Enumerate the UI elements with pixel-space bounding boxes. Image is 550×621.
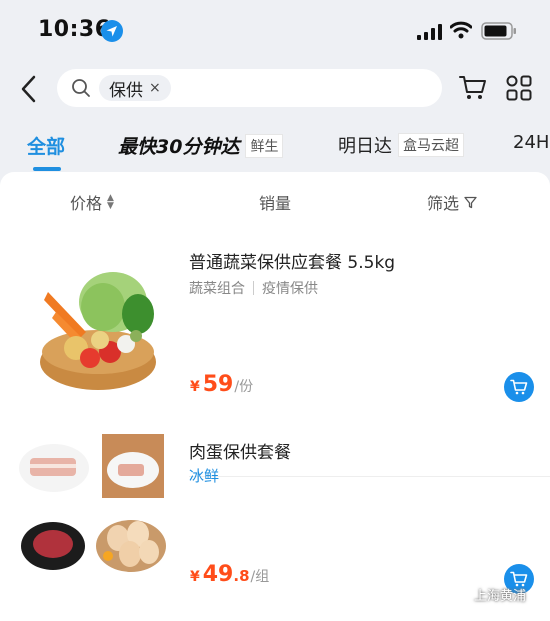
battery-icon [481,22,516,40]
filter-label: 筛选 [427,194,460,213]
back-icon[interactable] [18,74,40,104]
product-price: ¥ 49 .8 /组 [190,562,269,587]
vegetable-basket-image [40,272,156,390]
tab-24h[interactable]: 24H [513,132,549,153]
tab-label: 明日达 [338,136,392,157]
sort-arrows-icon: ▲ ▼ [107,193,114,211]
search-icon [72,79,90,97]
tab-fast-delivery[interactable]: 最快30分钟达 鲜生 [118,132,284,159]
search-input[interactable]: 保供 × [57,69,442,107]
price-decimal: .8 [233,567,250,585]
status-time: 10:36 [38,17,111,42]
tab-label: 全部 [27,136,66,158]
filter-button[interactable]: 筛选 [427,190,477,214]
watermark: 上海黄浦 [451,585,526,604]
add-to-cart-button[interactable] [504,372,534,402]
search-keyword: 保供 [109,80,143,101]
tab-label: 最快30分钟达 [118,136,240,158]
tab-label: 24H [513,132,550,153]
product-price: ¥ 59 /份 [190,372,253,397]
price-integer: 49 [202,562,234,587]
close-icon[interactable]: × [149,80,161,96]
signal-icon [417,24,442,40]
location-arrow-icon [101,20,123,42]
sort-sales-button[interactable]: 销量 [259,190,291,214]
tab-badge: 鲜生 [245,133,284,158]
tab-all[interactable]: 全部 [27,132,65,159]
cart-icon [510,379,528,395]
status-bar: 10:36 [0,0,550,62]
product-tags: 蔬菜组合 疫情保供 [189,278,318,298]
grid-menu-icon[interactable] [506,75,532,101]
product-card[interactable]: 普通蔬菜保供应套餐 5.5kg 蔬菜组合 疫情保供 ¥ 59 /份 [0,232,550,477]
category-tabs: 全部 最快30分钟达 鲜生 明日达 盒马云超 24H [0,120,550,171]
product-tag: 蔬菜组合 [189,281,245,297]
price-integer: 59 [202,372,234,397]
product-title: 普通蔬菜保供应套餐 5.5kg [189,253,396,273]
product-tag: 疫情保供 [262,281,318,297]
funnel-icon [464,196,477,208]
wechat-icon [451,587,469,602]
tag-divider [253,281,254,295]
meat-egg-collage-image [19,434,166,572]
price-unit: /份 [234,379,254,395]
product-label: 冰鲜 [189,467,220,485]
filter-label: 销量 [259,194,292,213]
cart-icon[interactable] [458,74,488,102]
tab-badge: 盒马云超 [398,133,464,157]
tab-next-day[interactable]: 明日达 盒马云超 [338,132,464,158]
price-unit: /组 [250,569,270,585]
active-tab-indicator [33,167,61,171]
filter-bar: 价格 ▲ ▼ 销量 筛选 [0,190,550,216]
filter-label: 价格 [70,194,103,213]
currency-symbol: ¥ [190,569,200,585]
product-list-panel: 价格 ▲ ▼ 销量 筛选 普通蔬菜保供应套餐 5.5kg 蔬菜组合 疫情保供 ¥… [0,172,550,621]
product-title: 肉蛋保供套餐 [189,443,291,463]
product-card[interactable]: 肉蛋保供套餐 冰鲜 ¥ 49 .8 /组 [0,422,550,612]
search-keyword-tag[interactable]: 保供 × [99,75,171,101]
sort-price-button[interactable]: 价格 ▲ ▼ [70,190,114,214]
currency-symbol: ¥ [190,379,200,395]
search-row: 保供 × [0,62,550,118]
watermark-text: 上海黄浦 [474,589,527,604]
wifi-icon [450,21,472,39]
